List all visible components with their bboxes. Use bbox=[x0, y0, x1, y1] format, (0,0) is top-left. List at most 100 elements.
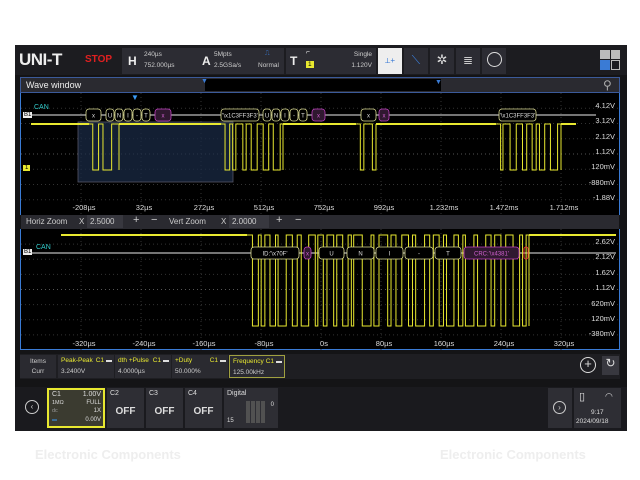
scroll-right-button[interactable]: › bbox=[548, 388, 572, 428]
upper-waveform-plot[interactable]: x U N I - Tx '\x1C3FF3F3' U N I - Tx x x '\x1C3FF3F3' … bbox=[20, 93, 621, 215]
decode-packet-label: CRC:'\x4381' bbox=[474, 252, 509, 258]
decode-packet-label: ID:'\x70F' bbox=[263, 252, 288, 258]
zoom-overview-bar[interactable] bbox=[205, 79, 441, 91]
channel1-marker[interactable]: 1 bbox=[23, 165, 31, 171]
trigger-level: 1.120V bbox=[351, 62, 372, 69]
time-label: 240µs bbox=[493, 339, 515, 348]
c1-coupling: dc bbox=[52, 408, 58, 414]
horiz-zoom-minus-button[interactable]: − bbox=[151, 214, 157, 226]
run-stop-button[interactable]: STOP bbox=[85, 54, 112, 65]
trigger-block[interactable]: T ⌐ 1 Single 1.120V bbox=[286, 48, 376, 74]
measurement-1[interactable]: dth +Pulse C1 4.0000µs bbox=[115, 355, 171, 378]
horiz-zoom-plus-button[interactable]: + bbox=[133, 214, 139, 226]
decode-packet-label: x bbox=[162, 114, 165, 120]
usb-icon: ▯ bbox=[579, 391, 586, 403]
time-label: -240µs bbox=[132, 339, 156, 348]
meas-line-icon bbox=[106, 360, 112, 362]
time-label: -208µs bbox=[72, 203, 96, 212]
trigger-position-icon[interactable]: ▼ bbox=[131, 93, 139, 102]
volt-label: 120mV bbox=[591, 162, 615, 172]
time-label: 0s bbox=[320, 339, 328, 348]
c1-probe: 1X bbox=[93, 408, 101, 414]
bus-marker[interactable]: B1 bbox=[23, 112, 33, 118]
decode-packet-label: N bbox=[274, 114, 278, 120]
vert-zoom-input[interactable]: 2.0000 bbox=[229, 215, 269, 228]
meas-line-icon bbox=[220, 360, 226, 362]
refresh-icon[interactable]: ↻ bbox=[602, 356, 619, 375]
digital-panel[interactable]: Digital 0 15 bbox=[224, 388, 278, 428]
measurement-2[interactable]: +Duty C1 50.000% bbox=[172, 355, 228, 378]
channel1-panel[interactable]: C1 1.00V 1MΩ FULL dc 1X ═ 0.00V bbox=[47, 388, 105, 428]
cursor-measure-icon[interactable]: ⟂+ bbox=[378, 48, 402, 74]
t-label: T bbox=[290, 54, 298, 68]
time-label: 512µs bbox=[253, 203, 275, 212]
decode-packet-label: x bbox=[92, 114, 95, 120]
meas-name: dth +Pulse bbox=[118, 357, 149, 364]
meas-source: C1 bbox=[209, 357, 218, 364]
decode-packet-label: x bbox=[383, 114, 386, 120]
layout-grid-icon[interactable] bbox=[600, 50, 620, 70]
horiz-zoom-input[interactable]: 2.5000 bbox=[87, 215, 123, 228]
decode-packet-label: x bbox=[317, 114, 320, 120]
volt-label: 2.12V bbox=[595, 131, 615, 141]
a-label: A bbox=[202, 54, 211, 68]
time-label: 272µs bbox=[193, 203, 215, 212]
horiz-x: X bbox=[79, 217, 85, 226]
meas-value: 3.2400V bbox=[61, 368, 86, 375]
histogram-icon[interactable]: ≣ bbox=[456, 48, 480, 74]
bottom-bar: ‹ C1 1.00V 1MΩ FULL dc 1X ═ 0.00V C2 OFF … bbox=[15, 387, 627, 431]
horiz-zoom-label: Horiz Zoom bbox=[26, 217, 68, 226]
zoom-bar: Horiz Zoom X 2.5000 + − Vert Zoom X 2.00… bbox=[21, 214, 619, 229]
decode-packet-label: x bbox=[367, 114, 370, 120]
time-label: -160µs bbox=[192, 339, 216, 348]
volt-label: 120mV bbox=[591, 314, 615, 323]
decode-packet-label: T bbox=[301, 114, 305, 120]
channel1-trace bbox=[496, 123, 562, 171]
c2-state: OFF bbox=[115, 406, 136, 417]
decode-packet-label: T bbox=[144, 114, 148, 120]
acquire-block[interactable]: A 5Mpts 2.5GSa/s Normal ⎍ bbox=[198, 48, 284, 74]
trend-icon[interactable]: ⟍ bbox=[404, 48, 428, 74]
digital-name: Digital bbox=[227, 390, 247, 397]
vert-zoom-plus-button[interactable]: + bbox=[276, 214, 282, 226]
time-label: -80µs bbox=[254, 339, 274, 348]
measurement-0[interactable]: Peak-Peak C1 3.2400V bbox=[58, 355, 114, 378]
trigger-source: 1 bbox=[306, 61, 314, 68]
vert-zoom-minus-button[interactable]: − bbox=[295, 214, 301, 226]
channel4-panel[interactable]: C4 OFF bbox=[185, 388, 222, 428]
decode-packet-label: - bbox=[418, 252, 420, 258]
horizontal-block[interactable]: H 240µs 752.000µs bbox=[122, 48, 198, 74]
channel2-panel[interactable]: C2 OFF bbox=[107, 388, 144, 428]
wave-window-bar[interactable]: Wave window ▼ ▼ ⚲ bbox=[20, 77, 620, 93]
meas-line-icon bbox=[163, 360, 169, 362]
measurement-3[interactable]: Frequency C1 125.00kHz bbox=[229, 355, 285, 378]
meas-value: 4.0000µs bbox=[118, 368, 145, 375]
add-measurement-icon[interactable]: + bbox=[580, 357, 596, 373]
lower-waveform-svg: ID:'\x70F' x U N I - T CRC:'\x4381' bbox=[21, 229, 621, 350]
watermark-left: Electronic Components bbox=[35, 447, 181, 462]
meas-line-icon bbox=[276, 361, 282, 363]
pattern-icon[interactable]: ✲ bbox=[430, 48, 454, 74]
trigger-mode: Single bbox=[353, 51, 372, 58]
meas-source: C1 bbox=[95, 357, 104, 364]
time-label: 1.232ms bbox=[429, 203, 459, 212]
meas-source: C1 bbox=[152, 357, 161, 364]
c1-coupling-icon: ═ bbox=[52, 417, 57, 424]
digital-hi: 0 bbox=[270, 402, 274, 408]
search-icon[interactable] bbox=[482, 48, 506, 74]
time-base: 240µs bbox=[144, 51, 162, 58]
oscilloscope-screen: UNI-T STOP H 240µs 752.000µs A 5Mpts 2.5… bbox=[15, 45, 627, 431]
h-label: H bbox=[128, 54, 137, 68]
watermark-right: Electronic Components bbox=[440, 447, 586, 462]
lower-waveform-plot[interactable]: ID:'\x70F' x U N I - T CRC:'\x4381' CAN B1 2.62… bbox=[20, 229, 621, 350]
vert-x: X bbox=[221, 217, 227, 226]
zoom-search-icon[interactable]: ⚲ bbox=[603, 78, 612, 92]
bus-marker[interactable]: B1 bbox=[23, 249, 33, 255]
status-panel[interactable]: ▯ ◠ 9:17 2024/09/18 bbox=[574, 388, 621, 428]
scroll-left-icon[interactable]: ‹ bbox=[25, 400, 39, 414]
time-label: 1.712ms bbox=[549, 203, 579, 212]
channel3-panel[interactable]: C3 OFF bbox=[146, 388, 183, 428]
meas-source: C1 bbox=[265, 358, 274, 365]
meas-name: Frequency bbox=[233, 358, 264, 365]
curr-label: Curr bbox=[31, 368, 45, 375]
